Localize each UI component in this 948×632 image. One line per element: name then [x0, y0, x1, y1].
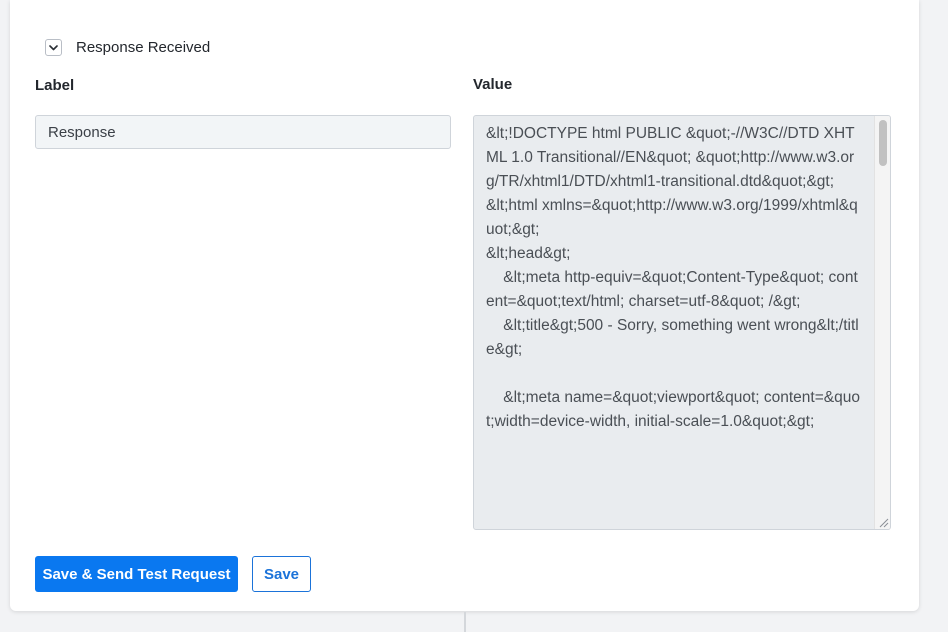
- column-divider: [464, 612, 466, 632]
- collapse-toggle[interactable]: [45, 39, 62, 56]
- request-config-card: Response Received Label Value &lt;!DOCTY…: [10, 0, 919, 611]
- label-input[interactable]: [35, 115, 451, 149]
- chevron-down-icon: [49, 44, 58, 50]
- value-scrollbar[interactable]: [874, 116, 890, 529]
- save-button[interactable]: Save: [252, 556, 311, 592]
- resize-handle-icon[interactable]: [877, 516, 889, 528]
- section-header: Response Received: [45, 39, 210, 56]
- value-textarea[interactable]: &lt;!DOCTYPE html PUBLIC &quot;-//W3C//D…: [473, 115, 891, 530]
- section-title: Response Received: [76, 39, 211, 56]
- value-text: &lt;!DOCTYPE html PUBLIC &quot;-//W3C//D…: [486, 125, 860, 430]
- value-column-header: Value: [473, 76, 513, 93]
- label-column-header: Label: [35, 77, 75, 94]
- save-and-send-test-request-button[interactable]: Save & Send Test Request: [35, 556, 238, 592]
- scroll-thumb[interactable]: [879, 120, 887, 166]
